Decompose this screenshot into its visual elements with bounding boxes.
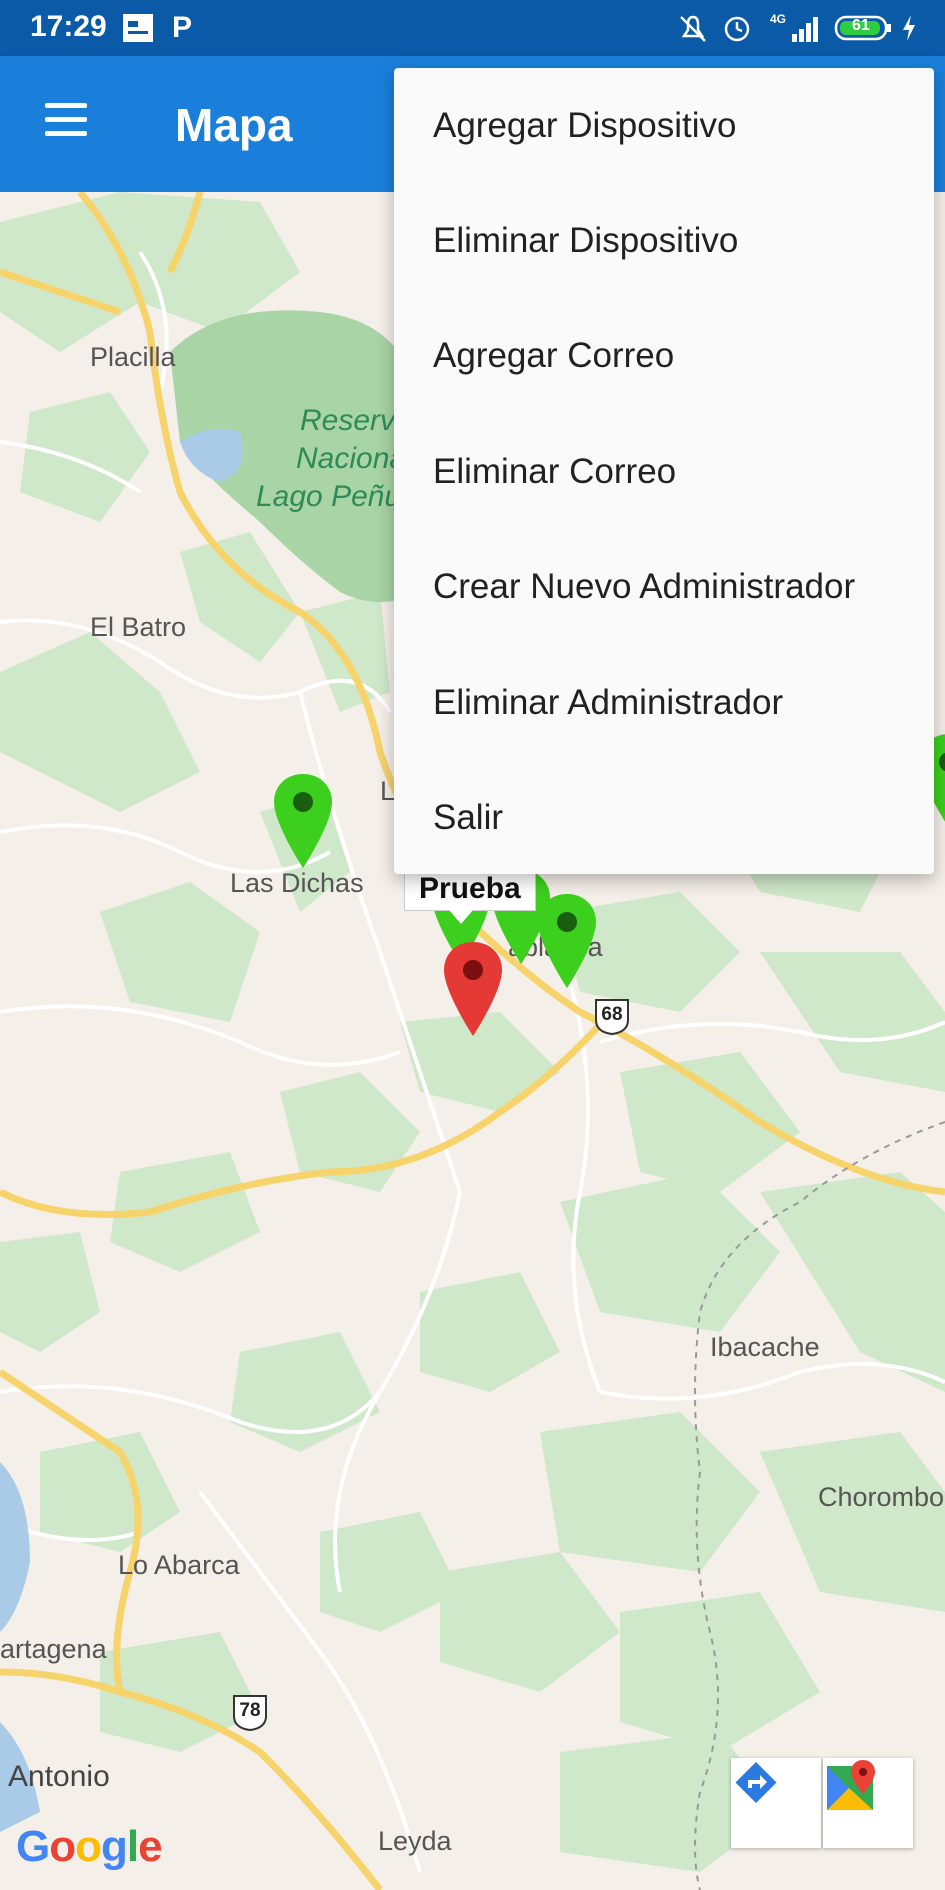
directions-button[interactable]: [731, 1758, 821, 1848]
map-label-leyda: Leyda: [378, 1826, 452, 1856]
alarm-icon: [720, 12, 754, 44]
battery-icon: 61: [834, 12, 894, 44]
highway-78-shield: 78: [230, 1694, 270, 1732]
map-label-el-batro: El Batro: [90, 612, 187, 642]
menu-item-eliminar-dispositivo[interactable]: Eliminar Dispositivo: [394, 183, 934, 298]
parking-icon: P: [172, 11, 193, 44]
app-notification-icon: [122, 12, 154, 44]
map-label-ibacache: Ibacache: [710, 1332, 820, 1362]
status-time: 17:29: [30, 10, 107, 43]
page-title: Mapa: [175, 99, 293, 151]
menu-item-eliminar-administrador[interactable]: Eliminar Administrador: [394, 645, 934, 760]
mute-icon: [676, 12, 710, 44]
device-marker[interactable]: [536, 892, 598, 992]
highway-68-shield: 68: [592, 998, 632, 1036]
menu-item-eliminar-correo[interactable]: Eliminar Correo: [394, 414, 934, 529]
menu-item-salir[interactable]: Salir: [394, 760, 934, 875]
highway-78-label: 78: [239, 1700, 261, 1721]
map-label-lo-abarca: Lo Abarca: [118, 1550, 240, 1580]
map-label-partial-l: L: [380, 776, 396, 806]
menu-item-agregar-correo[interactable]: Agregar Correo: [394, 299, 934, 414]
marker-title: Prueba: [419, 872, 521, 905]
selected-device-marker[interactable]: [442, 940, 504, 1040]
charging-icon: [900, 12, 918, 44]
menu-item-agregar-dispositivo[interactable]: Agregar Dispositivo: [394, 68, 934, 183]
signal-icon: 4G: [768, 12, 824, 44]
open-google-maps-button[interactable]: [823, 1758, 913, 1848]
map-label-san-antonio: Antonio: [8, 1760, 110, 1793]
highway-68-label: 68: [601, 1004, 623, 1025]
battery-level: 61: [852, 17, 870, 34]
status-bar: 17:29 P 4G 61: [0, 0, 945, 56]
device-marker[interactable]: [272, 772, 334, 872]
map-label-chorombo: Chorombo: [818, 1482, 945, 1512]
map-label-placilla: Placilla: [90, 342, 176, 372]
hamburger-menu-icon[interactable]: [40, 101, 90, 141]
google-logo: Google: [16, 1822, 163, 1871]
overflow-menu: Agregar Dispositivo Eliminar Dispositivo…: [394, 68, 934, 874]
map-label-nacional: Naciona: [296, 442, 407, 475]
map-label-las-dichas: Las Dichas: [230, 868, 364, 898]
network-type-label: 4G: [770, 12, 787, 26]
menu-item-crear-administrador[interactable]: Crear Nuevo Administrador: [394, 530, 934, 645]
map-label-cartagena: artagena: [0, 1634, 107, 1664]
map-label-lago-penuelas: Lago Peñu: [256, 480, 402, 513]
